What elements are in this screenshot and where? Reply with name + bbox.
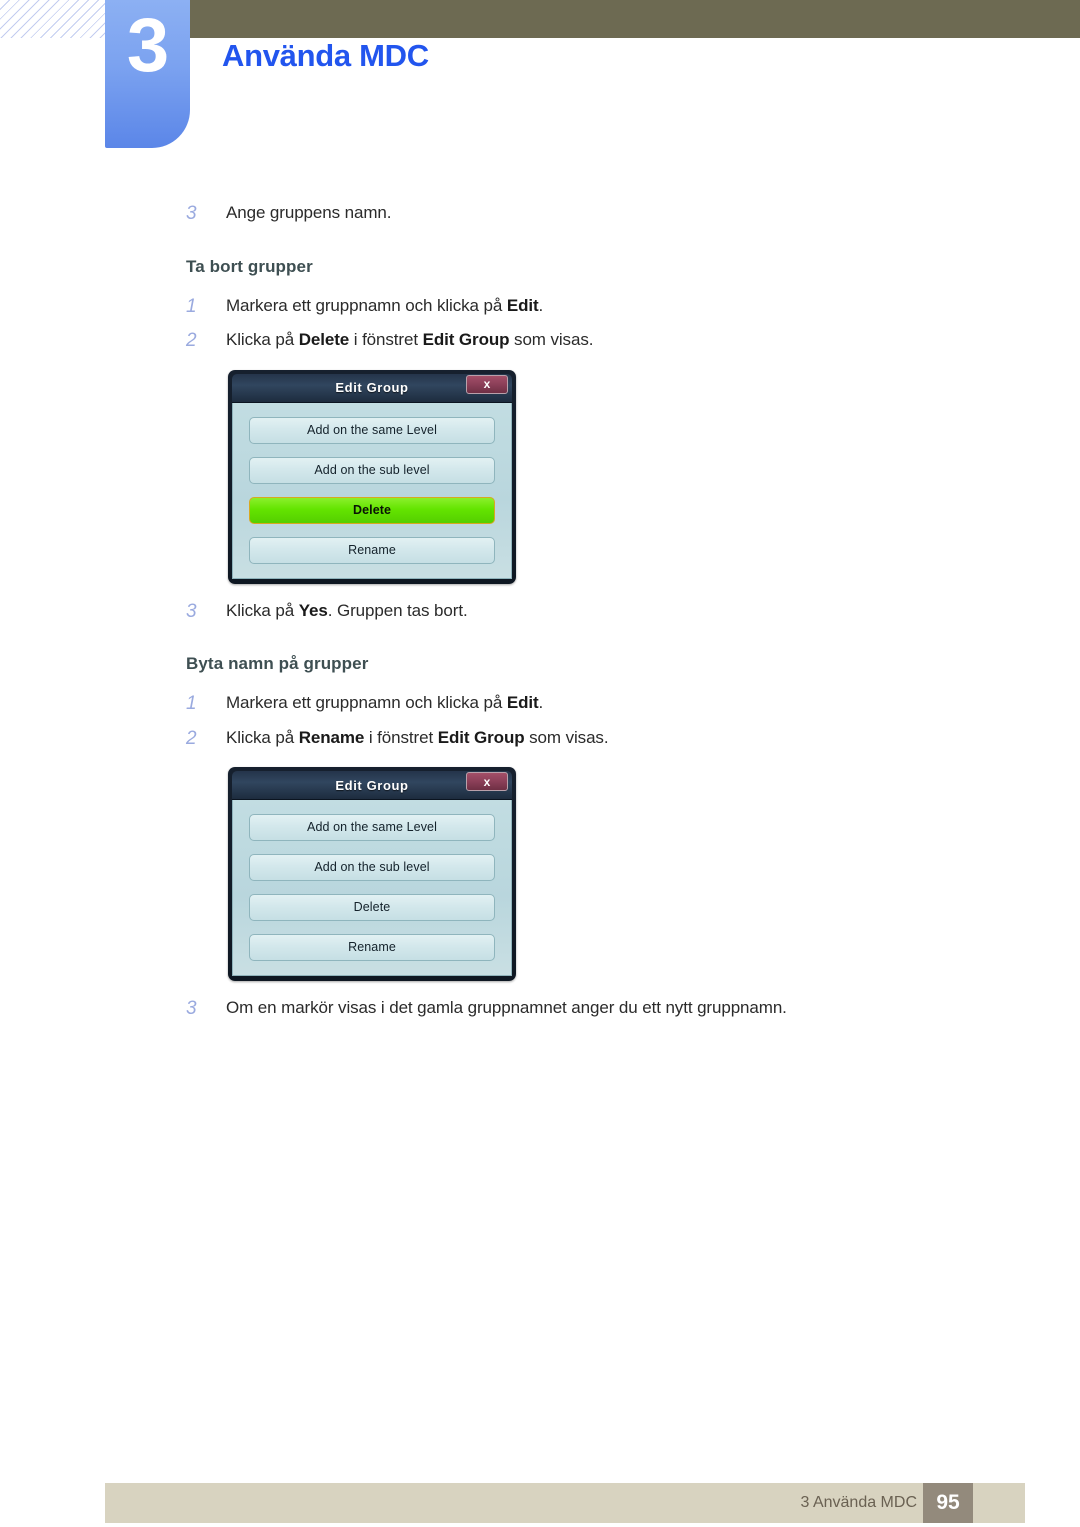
step-number: 1 <box>186 295 197 317</box>
steps-delete-groups: 1 Markera ett gruppnamn och klicka på Ed… <box>0 293 1080 356</box>
delete-button[interactable]: Delete <box>249 496 495 524</box>
rename-button[interactable]: Rename <box>249 536 495 564</box>
step-number: 3 <box>186 203 197 224</box>
dialog-body: Add on the same Level Add on the sub lev… <box>232 800 512 976</box>
add-on-same-level-button[interactable]: Add on the same Level <box>249 814 495 841</box>
page-number: 95 <box>936 1491 960 1514</box>
step-number: 1 <box>186 693 197 714</box>
step-text: Klicka på Yes. Gruppen tas bort. <box>226 600 468 620</box>
page-content: 3 Ange gruppens namn. Ta bort grupper 1 … <box>0 200 1080 1030</box>
page-footer: 3 Använda MDC 95 <box>105 1483 1025 1523</box>
decorative-hatch-pattern <box>0 0 105 38</box>
delete-button[interactable]: Delete <box>249 894 495 921</box>
dialog-edit-group: Edit Group x Add on the same Level Add o… <box>228 767 516 981</box>
chapter-tab: 3 <box>105 0 190 148</box>
list-item: 2 Klicka på Rename i fönstret Edit Group… <box>186 725 1080 754</box>
step-text: Markera ett gruppnamn och klicka på Edit… <box>226 693 544 712</box>
add-on-sub-level-button[interactable]: Add on the sub level <box>249 456 495 484</box>
list-item: 1 Markera ett gruppnamn och klicka på Ed… <box>186 293 1080 322</box>
chapter-number: 3 <box>126 3 169 88</box>
step-number: 2 <box>186 727 197 749</box>
list-item: 2 Klicka på Delete i fönstret Edit Group… <box>186 327 1080 356</box>
dialog-edit-group: Edit Group x Add on the same Level Add o… <box>228 369 516 584</box>
dialog-title: Edit Group <box>335 777 409 793</box>
section-heading-rename-groups: Byta namn på grupper <box>186 654 369 673</box>
rename-button[interactable]: Rename <box>249 934 495 961</box>
list-item: 3 Om en markör visas i det gamla gruppna… <box>186 995 1080 1024</box>
step-number: 3 <box>186 998 197 1019</box>
list-item: 1 Markera ett gruppnamn och klicka på Ed… <box>186 690 1080 719</box>
page-number-box: 95 <box>923 1483 973 1523</box>
section-heading-delete-groups: Ta bort grupper <box>186 256 313 276</box>
step-text: Om en markör visas i det gamla gruppnamn… <box>226 998 787 1017</box>
dialog-body: Add on the same Level Add on the sub lev… <box>232 402 512 579</box>
close-icon[interactable]: x <box>466 374 508 394</box>
list-item: 3 Ange gruppens namn. <box>186 200 1080 229</box>
close-icon[interactable]: x <box>466 772 508 791</box>
step-text: Markera ett gruppnamn och klicka på Edit… <box>226 295 544 315</box>
steps-rename-groups: 1 Markera ett gruppnamn och klicka på Ed… <box>0 690 1080 753</box>
step-number: 3 <box>186 600 197 622</box>
step-text: Klicka på Rename i fönstret Edit Group s… <box>226 727 609 747</box>
header-olive-bar <box>190 0 1080 38</box>
figure-edit-group-rename: Edit Group x Add on the same Level Add o… <box>228 767 1080 981</box>
add-on-sub-level-button[interactable]: Add on the sub level <box>249 854 495 881</box>
add-on-same-level-button[interactable]: Add on the same Level <box>249 416 495 444</box>
step-text: Ange gruppens namn. <box>226 203 392 222</box>
page-header: 3 Använda MDC <box>0 0 1080 170</box>
dialog-titlebar: Edit Group x <box>232 771 512 800</box>
footer-chapter-label: 3 Använda MDC <box>800 1494 917 1511</box>
step-number: 2 <box>186 330 197 351</box>
dialog-titlebar: Edit Group x <box>232 373 512 403</box>
step-text: Klicka på Delete i fönstret Edit Group s… <box>226 330 594 349</box>
figure-edit-group-delete: Edit Group x Add on the same Level Add o… <box>228 369 1080 584</box>
list-item: 3 Klicka på Yes. Gruppen tas bort. <box>186 598 1080 627</box>
dialog-title: Edit Group <box>335 380 409 395</box>
page-title: Använda MDC <box>222 38 429 73</box>
